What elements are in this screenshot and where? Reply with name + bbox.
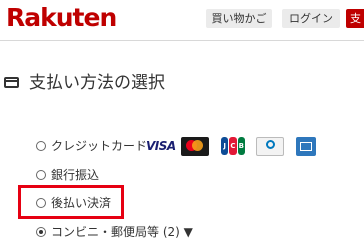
highlight-box xyxy=(18,185,124,219)
header-divider xyxy=(0,40,364,41)
visa-logo-icon: VISA xyxy=(146,139,176,153)
mastercard-logo-icon xyxy=(181,137,209,156)
jcb-logo-icon: J C B xyxy=(221,137,245,155)
option-label[interactable]: コンビニ・郵便局等 (2) ▼ xyxy=(51,223,193,241)
option-label: 銀行振込 xyxy=(51,168,100,182)
payment-nav-button[interactable]: 支 xyxy=(346,9,364,28)
radio-bank-transfer[interactable] xyxy=(36,170,46,180)
radio-convenience-store[interactable] xyxy=(36,227,46,237)
credit-card-icon xyxy=(4,77,19,88)
login-button[interactable]: ログイン xyxy=(282,9,340,28)
amex-logo-icon xyxy=(296,137,316,156)
header: Rakuten 買い物かご ログイン 支 xyxy=(0,0,364,40)
option-label: クレジットカード xyxy=(51,139,148,153)
cart-button[interactable]: 買い物かご xyxy=(206,9,272,28)
rakuten-logo[interactable]: Rakuten xyxy=(6,2,117,34)
radio-credit-card[interactable] xyxy=(36,141,46,151)
page-title: 支払い方法の選択 xyxy=(29,73,165,93)
diners-club-logo-icon xyxy=(256,137,284,156)
